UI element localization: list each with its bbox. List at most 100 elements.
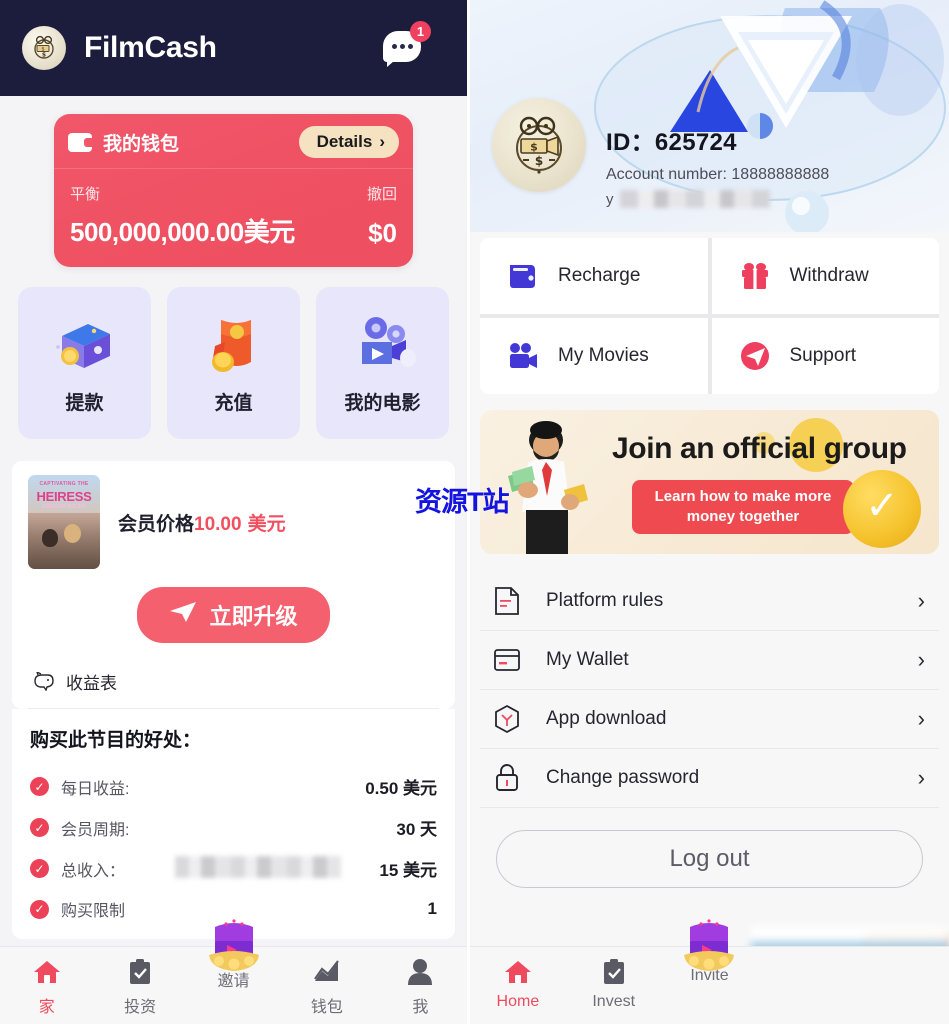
check-circle-icon: ✓: [30, 899, 49, 919]
redacted-overlay: [175, 856, 341, 878]
check-circle-icon: ✓: [30, 777, 49, 796]
quick-action-my-movies[interactable]: My Movies: [480, 318, 708, 394]
tile-my-movies[interactable]: 我的电影: [316, 287, 449, 439]
logout-section: Log out: [470, 808, 949, 888]
clipboard-check-icon: [602, 955, 626, 989]
video-camera-icon: [506, 339, 540, 373]
movie-camera-3d-icon: [346, 312, 420, 378]
benefit-value: 30 天: [396, 820, 437, 839]
withdraw-value: $0: [368, 218, 397, 248]
quick-actions-grid: Recharge Withdraw My Movies Support: [480, 238, 939, 394]
membership-price: 会员价格10.00 美元: [118, 509, 286, 536]
nav-item-invest[interactable]: Invest: [566, 955, 662, 1011]
benefit-value: 1: [427, 899, 437, 918]
treasure-chest-icon: [203, 919, 265, 971]
nav-label: 家: [38, 999, 55, 1016]
nav-item-home[interactable]: 家: [0, 955, 93, 1017]
chevron-right-icon: ›: [917, 588, 925, 613]
menu-item-my-wallet[interactable]: My Wallet ›: [480, 631, 939, 690]
notification-badge: 1: [410, 21, 431, 42]
nav-label: 投资: [124, 999, 157, 1016]
quick-action-label: My Movies: [558, 345, 649, 366]
account-number: Account number: 18888888888: [606, 166, 830, 183]
check-circle-icon: ✓: [30, 859, 49, 878]
benefit-label: 会员周期:: [61, 821, 130, 839]
chevron-right-icon: ›: [379, 132, 385, 151]
promo-cta-button[interactable]: Learn how to make more money together: [632, 480, 854, 534]
nav-item-invite[interactable]: 邀请: [187, 919, 280, 991]
tile-recharge[interactable]: 充值: [167, 287, 300, 439]
movie-poster: CAPTIVATING THE HEIRESS FOREVER BOUND: [28, 475, 100, 569]
app-screenshot: $ $ FilmCash 1 我的钱包 Details › 平衡 撤回 500,…: [0, 0, 949, 1024]
poster-title-sub: FOREVER BOUND: [42, 504, 86, 510]
nav-item-invite[interactable]: Invite: [662, 919, 758, 985]
nav-label: 钱包: [310, 999, 343, 1016]
wallet-card-header: 我的钱包 Details ›: [54, 114, 413, 169]
nav-label: Invest: [592, 993, 636, 1010]
wallet-details-button[interactable]: Details ›: [298, 126, 399, 158]
benefit-row: ✓ 会员周期: 30 天: [30, 807, 437, 848]
quick-action-recharge[interactable]: Recharge: [480, 238, 708, 314]
film-cash-coin-icon: $ $: [22, 26, 66, 70]
chevron-right-icon: ›: [917, 647, 925, 672]
wallet-details-label: Details: [316, 132, 373, 151]
benefit-value: 0.50 美元: [365, 779, 437, 798]
price-prefix: 会员价格: [118, 513, 195, 535]
treasure-chest-icon: [678, 919, 740, 971]
menu-item-label: Platform rules: [546, 590, 664, 611]
upgrade-label: 立即升级: [209, 604, 298, 629]
tile-withdraw[interactable]: 提款: [18, 287, 151, 439]
cube-download-icon: [492, 704, 522, 734]
tile-label: 充值: [214, 392, 253, 414]
nav-item-invest[interactable]: 投资: [93, 955, 186, 1017]
menu-item-label: Change password: [546, 767, 700, 788]
earnings-table-link[interactable]: 收益表: [28, 647, 439, 709]
tile-label: 提款: [65, 392, 104, 414]
benefits-title: 购买此节目的好处：: [30, 730, 202, 751]
logout-button[interactable]: Log out: [496, 830, 923, 888]
wallet-title: 我的钱包: [103, 133, 180, 155]
withdraw-label: 撤回: [366, 186, 397, 203]
home-icon: [504, 955, 532, 989]
wallet-icon: [68, 132, 93, 152]
menu-item-platform-rules[interactable]: Platform rules ›: [480, 572, 939, 631]
nav-item-home[interactable]: Home: [470, 955, 566, 1011]
balance-value: 500,000,000.00美元: [70, 217, 295, 247]
home-icon: [33, 955, 61, 989]
benefit-label: 每日收益:: [61, 780, 130, 798]
check-coin-icon: ✓: [843, 470, 921, 548]
quick-action-withdraw[interactable]: Withdraw: [711, 238, 939, 314]
nav-label: Home: [496, 993, 540, 1010]
businessman-3d-icon: [498, 420, 610, 554]
promo-banner[interactable]: Join an official group Learn how to make…: [480, 410, 939, 554]
menu-item-label: App download: [546, 708, 667, 729]
membership-card: CAPTIVATING THE HEIRESS FOREVER BOUND 会员…: [12, 461, 455, 709]
menu-item-label: My Wallet: [546, 649, 629, 670]
quick-action-support[interactable]: Support: [711, 318, 939, 394]
wallet-card-body: 平衡 撤回 500,000,000.00美元 $0: [54, 169, 413, 267]
menu-item-change-password[interactable]: Change password ›: [480, 749, 939, 808]
telegram-plane-icon: [738, 339, 772, 373]
wallet-icon: [506, 259, 540, 293]
wallet-3d-icon: [48, 312, 122, 378]
benefit-row: ✓ 每日收益: 0.50 美元: [30, 766, 437, 807]
paper-plane-icon: [169, 600, 197, 630]
chat-button[interactable]: 1: [383, 21, 431, 71]
promo-cta-line1: Learn how to make more: [654, 487, 832, 505]
app-header: $ $ FilmCash 1: [0, 0, 467, 96]
nav-item-profile[interactable]: 我: [374, 955, 467, 1017]
chevron-right-icon: ›: [917, 706, 925, 731]
nav-item-wallet[interactable]: 钱包: [280, 955, 373, 1017]
card-wallet-icon: [492, 645, 522, 675]
upgrade-now-button[interactable]: 立即升级: [137, 587, 330, 643]
wallet-card: 我的钱包 Details › 平衡 撤回 500,000,000.00美元 $0: [54, 114, 413, 267]
benefit-value: 15 美元: [379, 861, 437, 880]
bottom-navigation-left: 家 投资 邀请 钱包 我: [0, 919, 467, 1024]
svg-text:$: $: [535, 154, 543, 168]
film-money-avatar-icon[interactable]: $ $: [492, 98, 586, 192]
nav-label: 我: [412, 999, 429, 1016]
menu-item-app-download[interactable]: App download ›: [480, 690, 939, 749]
right-phone-panel: $ $ ID：625724 Account number: 1888888888…: [470, 0, 949, 1024]
person-icon: [407, 955, 433, 989]
svg-text:$: $: [530, 141, 538, 154]
